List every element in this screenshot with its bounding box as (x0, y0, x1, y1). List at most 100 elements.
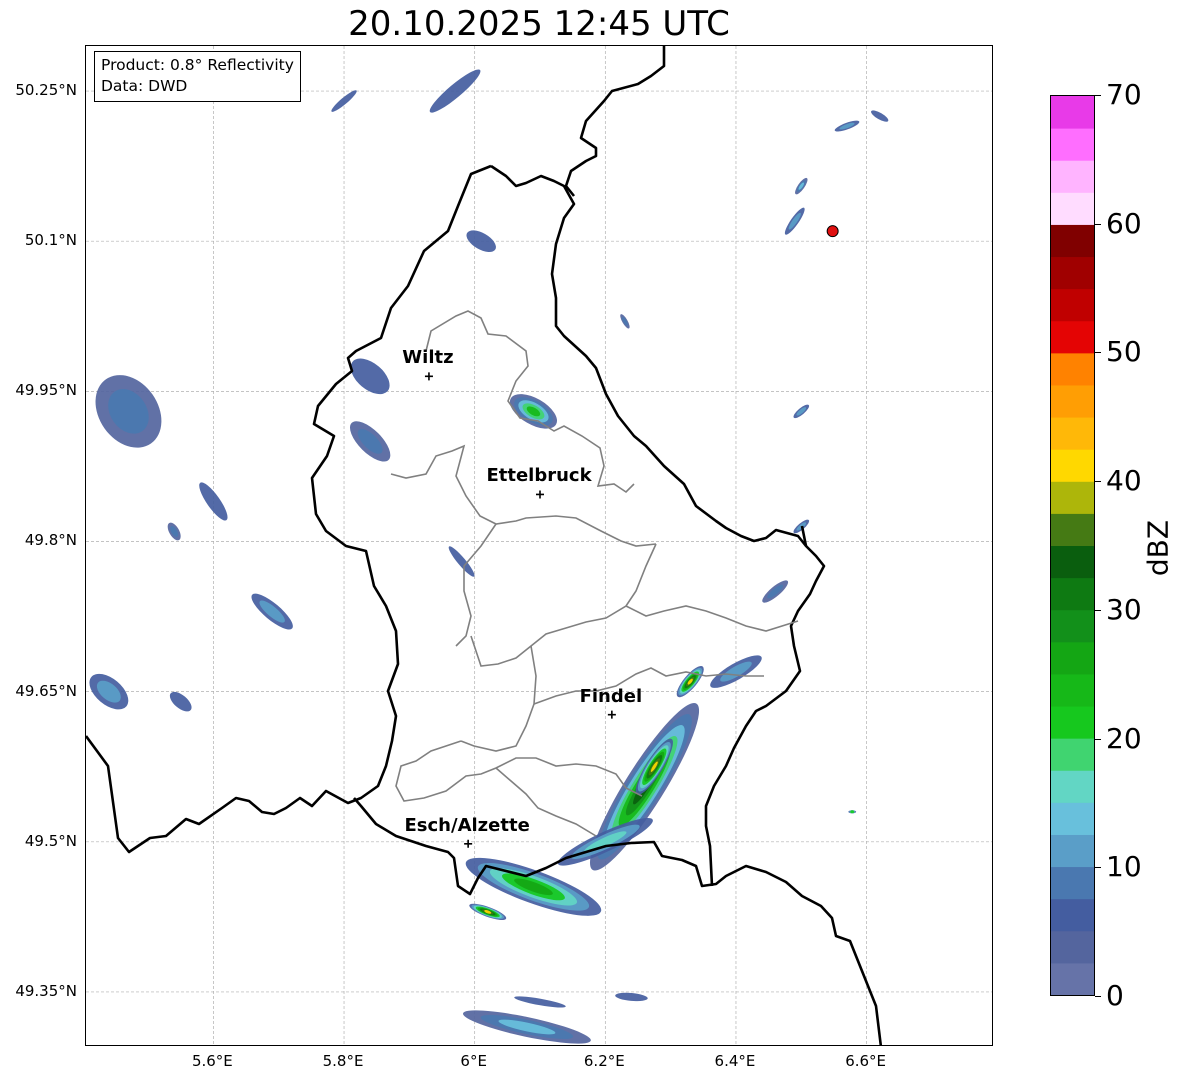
colorbar-segment (1051, 96, 1094, 129)
reflectivity-cell (169, 691, 192, 712)
colorbar-tick-label: 0 (1106, 979, 1124, 1012)
reflectivity-contour (615, 992, 648, 1002)
reflectivity-cell (871, 110, 889, 122)
lat-tick-label: 50.25°N (15, 81, 77, 100)
colorbar-tick-label: 50 (1106, 335, 1142, 369)
lat-tick-label: 49.5°N (24, 831, 77, 850)
reflectivity-contour (788, 212, 801, 230)
reflectivity-cell (350, 358, 390, 395)
lon-tick-label: 6.4°E (714, 1052, 756, 1070)
canton-border (455, 523, 497, 647)
reflectivity-contour (350, 358, 390, 395)
city-label: Wiltz (402, 347, 454, 369)
colorbar-segment (1051, 449, 1094, 482)
reflectivity-cell (448, 546, 475, 577)
reflectivity-cell (463, 1010, 591, 1044)
colorbar-segment (1051, 609, 1094, 643)
lat-tick-label: 50.1°N (24, 231, 77, 250)
lon-tick-label: 5.8°E (322, 1052, 364, 1070)
product-line: Product: 0.8° Reflectivity (101, 56, 294, 74)
product-info-box: Product: 0.8° Reflectivity Data: DWD (94, 51, 301, 102)
reflectivity-cell (834, 120, 860, 132)
reflectivity-cell (469, 903, 507, 920)
colorbar-tick (1095, 352, 1101, 354)
reflectivity-cell (349, 421, 391, 462)
reflectivity-contour (429, 69, 481, 113)
colorbar-tick (1095, 996, 1101, 997)
colorbar-segment (1051, 513, 1094, 546)
radar-site-marker (826, 225, 839, 238)
colorbar-label: dBZ (1141, 519, 1175, 577)
reflectivity-cell (676, 666, 704, 698)
city-marker (424, 372, 433, 381)
boundaries (86, 46, 883, 1045)
reflectivity-cell (514, 996, 566, 1008)
colorbar-segment (1051, 577, 1094, 611)
colorbar-segment (1051, 128, 1094, 161)
country-border (564, 46, 666, 197)
colorbar-tick-label: 70 (1106, 78, 1142, 111)
map-title: 20.10.2025 12:45 UTC (348, 4, 730, 44)
country-border (86, 164, 492, 854)
reflectivity-cell (251, 593, 293, 630)
reflectivity-cell (620, 314, 630, 329)
colorbar-segment (1051, 224, 1094, 258)
lon-tick-label: 6°E (460, 1052, 487, 1070)
reflectivity-contour (850, 810, 855, 814)
colorbar-tick-label: 40 (1106, 464, 1142, 498)
city-marker (536, 490, 544, 499)
colorbar-tick-label: 10 (1106, 850, 1142, 884)
map-panel[interactable] (85, 45, 993, 1046)
colorbar-segment (1051, 417, 1094, 450)
canton-border (390, 444, 657, 547)
reflectivity-contour (514, 996, 566, 1008)
city-label: Esch/Alzette (404, 814, 530, 836)
colorbar-segment (1051, 930, 1094, 964)
reflectivity-contour (169, 691, 192, 712)
city-marker (464, 839, 473, 848)
city-label: Findel (579, 685, 643, 707)
colorbar-tick-label: 20 (1106, 721, 1142, 755)
colorbar-tick (1095, 95, 1101, 96)
reflectivity-layer (89, 69, 889, 1044)
reflectivity-cell (762, 580, 789, 603)
lat-tick-label: 49.35°N (15, 981, 77, 1000)
colorbar-segment (1051, 834, 1094, 868)
colorbar-tick (1095, 609, 1101, 611)
colorbar-tick-label: 30 (1106, 592, 1142, 626)
reflectivity-cell (795, 177, 808, 195)
colorbar-segment (1051, 481, 1094, 514)
colorbar-segment (1051, 738, 1094, 771)
reflectivity-cell (429, 69, 481, 113)
colorbar-segment (1051, 384, 1094, 418)
colorbar (1050, 95, 1095, 996)
reflectivity-contour (448, 546, 475, 577)
reflectivity-cell (784, 207, 805, 235)
colorbar-segment (1051, 160, 1094, 193)
colorbar-segment (1051, 866, 1094, 900)
canton-border (470, 543, 657, 667)
map-canvas (86, 46, 992, 1045)
colorbar-segment (1051, 706, 1094, 739)
reflectivity-cell (167, 522, 181, 541)
colorbar-segment (1051, 352, 1094, 386)
lon-tick-label: 5.6°E (191, 1052, 233, 1070)
colorbar-segment (1051, 641, 1094, 675)
colorbar-segment (1051, 898, 1094, 932)
reflectivity-cell (848, 810, 857, 814)
data-source-line: Data: DWD (101, 77, 188, 95)
canton-border (625, 605, 799, 632)
colorbar-tick (1095, 867, 1101, 869)
colorbar-tick-label: 60 (1106, 206, 1142, 240)
lat-tick-label: 49.65°N (15, 681, 77, 700)
reflectivity-cell (509, 394, 558, 429)
colorbar-segment (1051, 545, 1094, 579)
colorbar-tick (1095, 223, 1101, 225)
reflectivity-contour (871, 110, 889, 122)
colorbar-segment (1051, 256, 1094, 290)
colorbar-segment (1051, 962, 1094, 996)
lat-tick-label: 49.8°N (24, 531, 77, 550)
reflectivity-cell (615, 992, 648, 1002)
lon-tick-label: 6.6°E (845, 1052, 887, 1070)
colorbar-tick (1095, 481, 1101, 483)
